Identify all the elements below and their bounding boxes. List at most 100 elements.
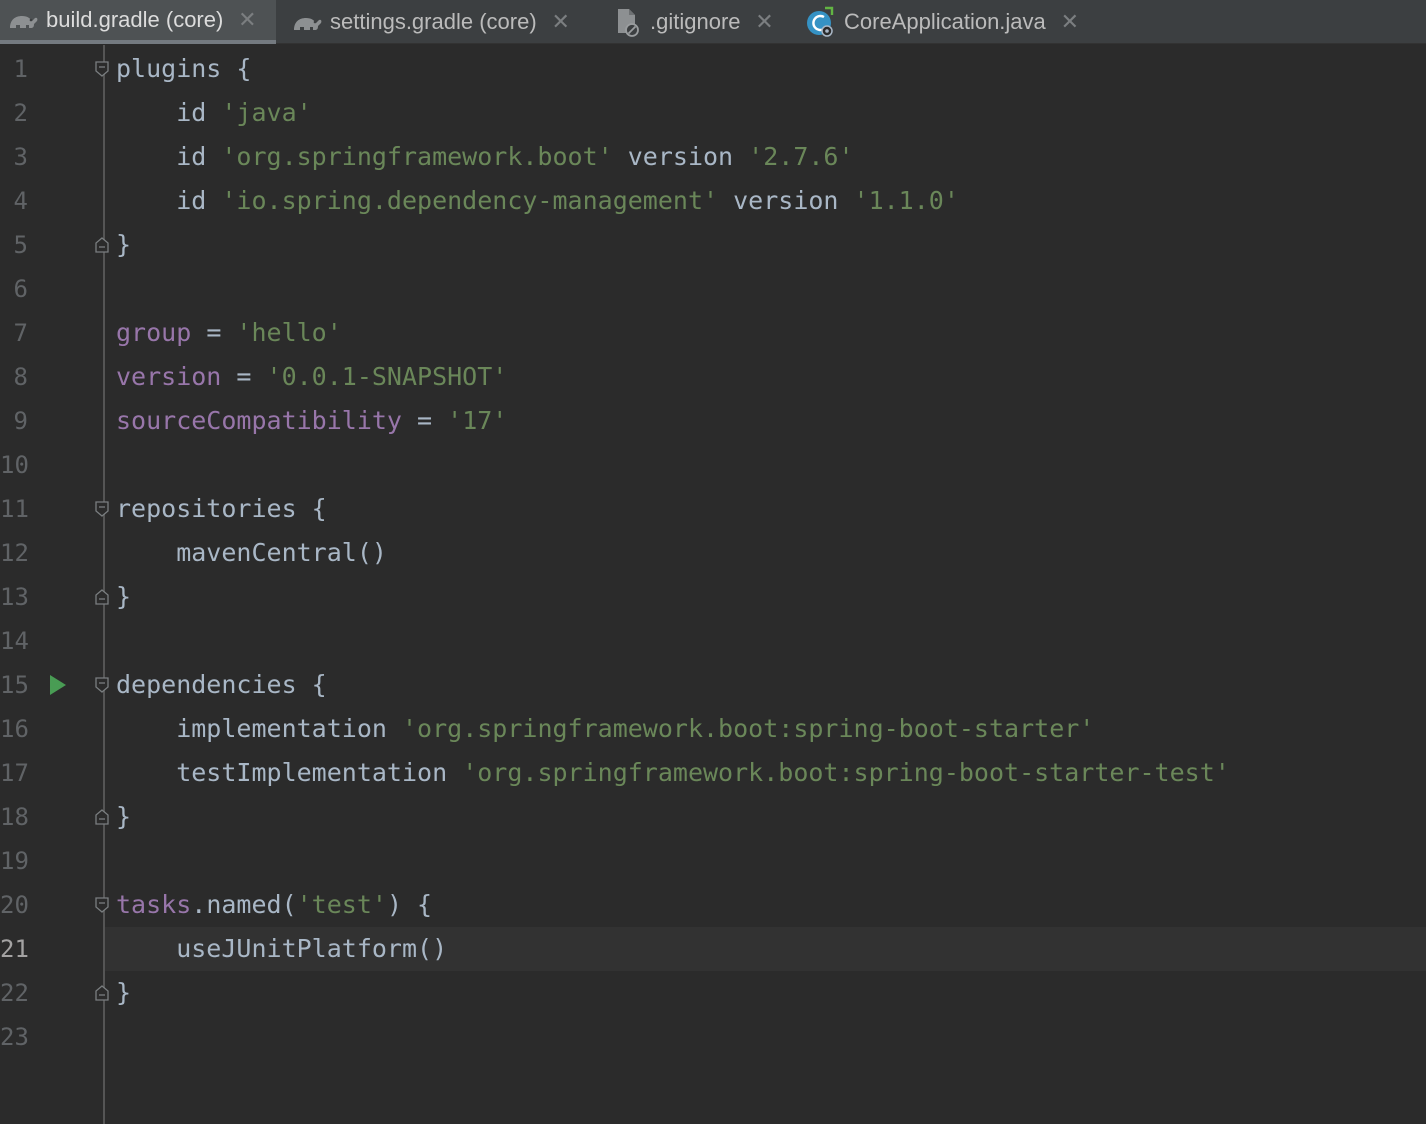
code-line[interactable]: 12 mavenCentral() <box>0 531 1426 575</box>
code-line[interactable]: 3 id 'org.springframework.boot' version … <box>0 135 1426 179</box>
code-text: sourceCompatibility = '17' <box>116 399 507 443</box>
fold-collapse-icon[interactable] <box>95 501 109 517</box>
run-gutter-icon[interactable] <box>48 673 68 697</box>
code-text: repositories { <box>116 487 327 531</box>
tab-core-application-java[interactable]: CoreApplication.java ✕ <box>804 0 1104 44</box>
code-token: id <box>116 186 222 215</box>
code-line[interactable]: 11 repositories { <box>0 487 1426 531</box>
code-line[interactable]: 18} <box>0 795 1426 839</box>
tab-gitignore[interactable]: .gitignore ✕ <box>610 0 790 44</box>
code-token: testImplementation <box>116 758 463 787</box>
close-icon[interactable]: ✕ <box>1060 9 1080 35</box>
string-literal: '17' <box>447 406 508 435</box>
tab-label: build.gradle (core) <box>46 7 224 32</box>
code-token: plugins { <box>116 54 252 83</box>
code-text: } <box>116 971 131 1015</box>
code-text: id 'io.spring.dependency-management' ver… <box>116 179 959 223</box>
code-line[interactable]: 2 id 'java' <box>0 91 1426 135</box>
line-number: 3 <box>13 143 28 171</box>
code-line[interactable]: 7 group = 'hello' <box>0 311 1426 355</box>
line-number: 15 <box>0 671 29 699</box>
line-number: 12 <box>0 539 29 567</box>
code-line[interactable]: 22} <box>0 971 1426 1015</box>
code-line[interactable]: 9 sourceCompatibility = '17' <box>0 399 1426 443</box>
tab-build-gradle-core[interactable]: build.gradle (core) ✕ <box>0 0 276 44</box>
code-token: } <box>116 230 132 259</box>
code-token: repositories { <box>116 494 327 523</box>
close-icon[interactable]: ✕ <box>551 9 571 35</box>
fold-collapse-icon[interactable] <box>95 677 109 693</box>
code-token: = <box>191 318 237 347</box>
line-number: 2 <box>13 99 28 127</box>
line-number: 7 <box>13 319 28 347</box>
code-text: version = '0.0.1-SNAPSHOT' <box>116 355 507 399</box>
fold-collapse-icon[interactable] <box>95 61 109 77</box>
fold-end-icon[interactable] <box>95 237 109 253</box>
code-token: = <box>221 362 267 391</box>
code-text: testImplementation 'org.springframework.… <box>116 751 1230 795</box>
code-text: } <box>116 795 131 839</box>
code-line[interactable]: 21 useJUnitPlatform() <box>0 927 1426 971</box>
code-text: id 'org.springframework.boot' version '2… <box>116 135 854 179</box>
line-number: 20 <box>0 891 29 919</box>
fold-end-icon[interactable] <box>95 589 109 605</box>
spring-boot-class-icon <box>804 6 838 37</box>
line-number: 8 <box>13 363 28 391</box>
string-literal: '2.7.6' <box>748 142 854 171</box>
code-token: ) { <box>386 890 433 919</box>
code-text: mavenCentral() <box>116 531 387 575</box>
fold-end-icon[interactable] <box>95 985 109 1001</box>
line-number: 9 <box>13 407 28 435</box>
string-literal: 'org.springframework.boot:spring-boot-st… <box>401 714 1095 743</box>
code-token: } <box>116 978 132 1007</box>
string-literal: 'org.springframework.boot' <box>221 142 613 171</box>
code-line[interactable]: 1 plugins { <box>0 47 1426 91</box>
code-line[interactable]: 20 tasks.named('test') { <box>0 883 1426 927</box>
line-number: 18 <box>0 803 29 831</box>
code-line[interactable]: 14 <box>0 619 1426 663</box>
line-number: 6 <box>13 275 28 303</box>
code-line[interactable]: 10 <box>0 443 1426 487</box>
line-number: 1 <box>13 55 28 83</box>
code-line[interactable]: 23 <box>0 1015 1426 1059</box>
line-number: 11 <box>0 495 29 523</box>
line-number: 17 <box>0 759 29 787</box>
tab-label: settings.gradle (core) <box>330 9 537 34</box>
code-line[interactable]: 15 dependencies { <box>0 663 1426 707</box>
line-number: 13 <box>0 583 29 611</box>
code-editor[interactable]: 1 plugins {2 id 'java' 3 id 'org.springfra… <box>0 45 1426 1124</box>
code-line[interactable]: 6 <box>0 267 1426 311</box>
code-text: } <box>116 223 131 267</box>
close-icon[interactable]: ✕ <box>237 7 257 33</box>
string-literal: 'test' <box>296 890 387 919</box>
code-line[interactable]: 5} <box>0 223 1426 267</box>
gradle-icon <box>6 6 40 34</box>
fold-collapse-icon[interactable] <box>95 897 109 913</box>
code-text: tasks.named('test') { <box>116 883 432 927</box>
string-literal: 'hello' <box>236 318 342 347</box>
property-token: group <box>116 318 192 347</box>
code-token: } <box>116 582 132 611</box>
string-literal: '1.1.0' <box>853 186 959 215</box>
code-line[interactable]: 8 version = '0.0.1-SNAPSHOT' <box>0 355 1426 399</box>
gradle-icon <box>290 8 324 36</box>
tab-label: .gitignore <box>650 9 741 34</box>
code-token: } <box>116 802 132 831</box>
code-token: dependencies { <box>116 670 327 699</box>
code-token: id <box>116 142 222 171</box>
code-line[interactable]: 16 implementation 'org.springframework.b… <box>0 707 1426 751</box>
editor-tab-bar: build.gradle (core) ✕ settings.gradle (c… <box>0 0 1426 44</box>
code-line[interactable]: 4 id 'io.spring.dependency-management' v… <box>0 179 1426 223</box>
line-number: 10 <box>0 451 29 479</box>
property-token: version <box>116 362 222 391</box>
code-text: } <box>116 575 131 619</box>
fold-end-icon[interactable] <box>95 809 109 825</box>
close-icon[interactable]: ✕ <box>755 9 775 35</box>
line-number: 14 <box>0 627 29 655</box>
code-token: .named( <box>191 890 297 919</box>
code-line[interactable]: 13} <box>0 575 1426 619</box>
code-line[interactable]: 17 testImplementation 'org.springframewo… <box>0 751 1426 795</box>
line-number: 4 <box>13 187 28 215</box>
code-line[interactable]: 19 <box>0 839 1426 883</box>
tab-settings-gradle-core[interactable]: settings.gradle (core) ✕ <box>290 0 598 44</box>
